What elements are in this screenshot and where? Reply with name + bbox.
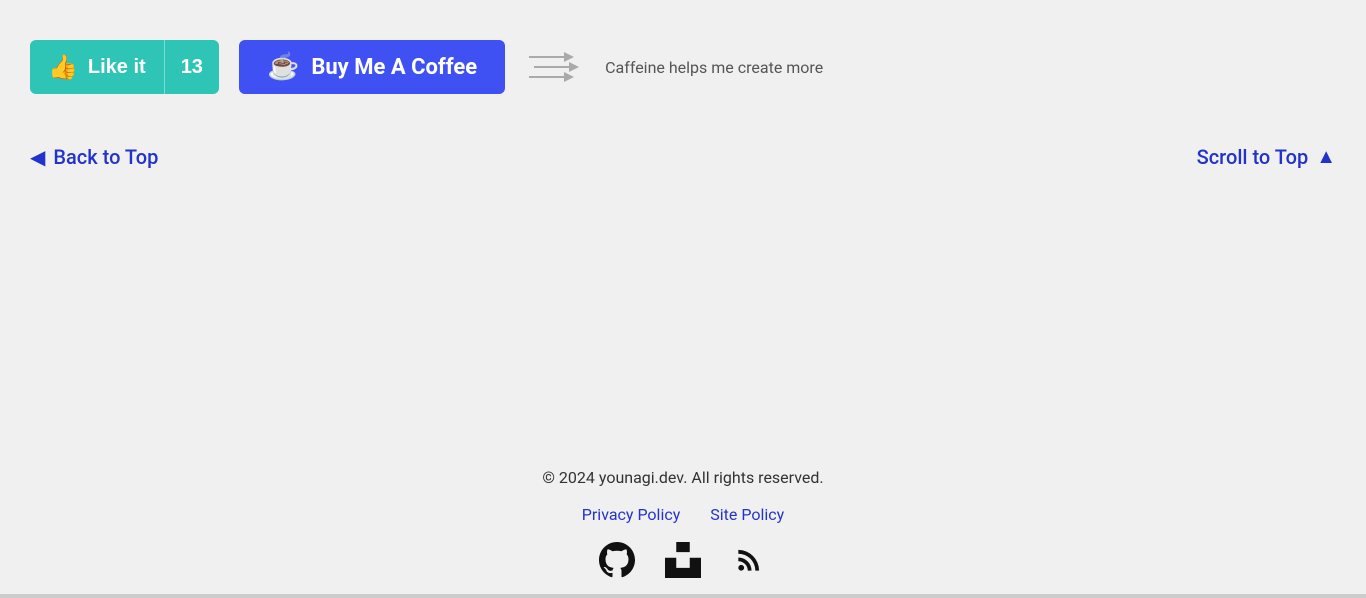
coffee-icon: ☕ xyxy=(267,52,299,82)
like-label: Like it xyxy=(88,56,146,79)
unsplash-icon xyxy=(665,542,701,578)
nav-row: ◀ Back to Top Scroll to Top ▲ xyxy=(30,144,1336,169)
scroll-to-top-label: Scroll to Top xyxy=(1197,145,1309,169)
buy-coffee-button[interactable]: ☕ Buy Me A Coffee xyxy=(239,40,505,94)
footer: © 2024 younagi.dev. All rights reserved.… xyxy=(30,468,1336,578)
site-policy-link[interactable]: Site Policy xyxy=(710,505,784,524)
caffeine-text: Caffeine helps me create more xyxy=(605,58,823,77)
back-to-top-label: Back to Top xyxy=(53,145,158,169)
left-arrow-icon: ◀ xyxy=(30,145,45,169)
footer-icons xyxy=(599,542,767,578)
scroll-to-top-link[interactable]: Scroll to Top ▲ xyxy=(1197,144,1336,169)
github-link[interactable] xyxy=(599,542,635,578)
like-button[interactable]: 👍 Like it 13 xyxy=(30,40,219,94)
like-count: 13 xyxy=(165,56,219,79)
copyright-text: © 2024 younagi.dev. All rights reserved. xyxy=(542,468,823,487)
action-bar: 👍 Like it 13 ☕ Buy Me A Coffee Caffeine … xyxy=(30,40,1336,94)
unsplash-link[interactable] xyxy=(665,542,701,578)
rss-icon xyxy=(733,544,765,576)
github-icon xyxy=(599,542,635,578)
page-wrapper: 👍 Like it 13 ☕ Buy Me A Coffee Caffeine … xyxy=(0,0,1366,598)
rss-link[interactable] xyxy=(731,542,767,578)
arrow-decoration xyxy=(529,47,579,87)
buy-coffee-label: Buy Me A Coffee xyxy=(311,55,477,80)
bottom-bar xyxy=(0,594,1366,598)
privacy-policy-link[interactable]: Privacy Policy xyxy=(582,505,681,524)
like-button-main: 👍 Like it xyxy=(30,53,164,82)
thumbs-up-icon: 👍 xyxy=(48,53,78,82)
footer-links: Privacy Policy Site Policy xyxy=(582,505,784,524)
back-to-top-link[interactable]: ◀ Back to Top xyxy=(30,145,158,169)
up-arrow-icon: ▲ xyxy=(1316,144,1336,169)
